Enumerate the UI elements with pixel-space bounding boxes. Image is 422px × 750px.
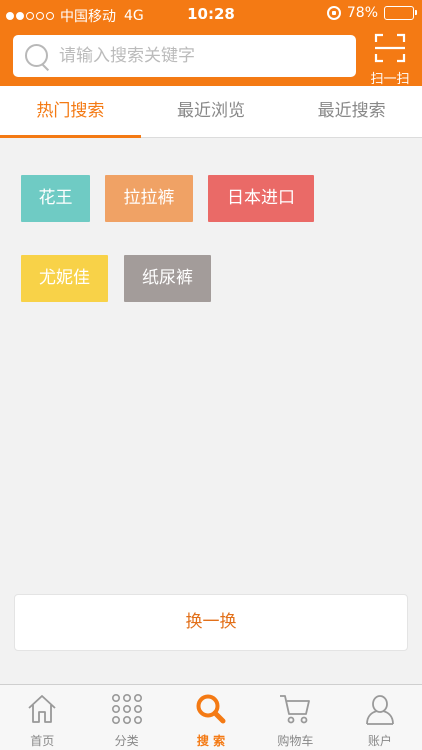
refresh-button[interactable]: 换一换 bbox=[14, 594, 408, 651]
bottom-tab-bar: 首页 分类 搜 索 购物车 账户 bbox=[0, 684, 422, 750]
hot-tag[interactable]: 拉拉裤 bbox=[105, 175, 193, 222]
hot-tag[interactable]: 尤妮佳 bbox=[21, 255, 108, 302]
tab-recent-browse[interactable]: 最近浏览 bbox=[141, 86, 282, 137]
hot-tag[interactable]: 纸尿裤 bbox=[124, 255, 211, 302]
tabbar-label: 搜 索 bbox=[196, 734, 226, 748]
search-icon bbox=[23, 42, 51, 70]
status-bar: 中国移动 4G 10:28 78% bbox=[0, 0, 422, 30]
tabbar-item-search[interactable]: 搜 索 bbox=[169, 685, 253, 750]
home-icon bbox=[28, 695, 56, 723]
hot-tag[interactable]: 日本进口 bbox=[208, 175, 314, 222]
app-header: 中国移动 4G 10:28 78% 扫一扫 bbox=[0, 0, 422, 87]
status-right: 78% bbox=[326, 5, 417, 21]
scan-button[interactable]: 扫一扫 bbox=[364, 33, 416, 87]
battery-percent: 78% bbox=[346, 5, 378, 21]
search-input[interactable] bbox=[59, 46, 329, 66]
tabbar-item-category[interactable]: 分类 bbox=[84, 685, 168, 750]
search-tabs: 热门搜索 最近浏览 最近搜索 bbox=[0, 86, 422, 138]
tabbar-label: 分类 bbox=[114, 734, 139, 748]
search-icon bbox=[196, 694, 226, 724]
scan-label: 扫一扫 bbox=[370, 72, 410, 87]
grid-icon bbox=[111, 693, 142, 724]
battery-icon bbox=[384, 6, 417, 20]
tabbar-label: 购物车 bbox=[277, 734, 314, 748]
search-bar[interactable] bbox=[13, 35, 356, 77]
tabbar-item-cart[interactable]: 购物车 bbox=[253, 685, 337, 750]
cart-icon bbox=[280, 695, 311, 724]
tab-hot-search[interactable]: 热门搜索 bbox=[0, 86, 141, 138]
hot-tag[interactable]: 花王 bbox=[21, 175, 90, 222]
scan-icon bbox=[374, 33, 406, 63]
tabbar-label: 账户 bbox=[367, 734, 392, 748]
tabbar-item-account[interactable]: 账户 bbox=[338, 685, 422, 750]
tab-recent-search[interactable]: 最近搜索 bbox=[281, 86, 422, 137]
rotation-lock-icon bbox=[326, 6, 341, 20]
tabbar-label: 首页 bbox=[30, 734, 55, 748]
user-icon bbox=[365, 695, 394, 725]
tabbar-item-home[interactable]: 首页 bbox=[0, 685, 84, 750]
